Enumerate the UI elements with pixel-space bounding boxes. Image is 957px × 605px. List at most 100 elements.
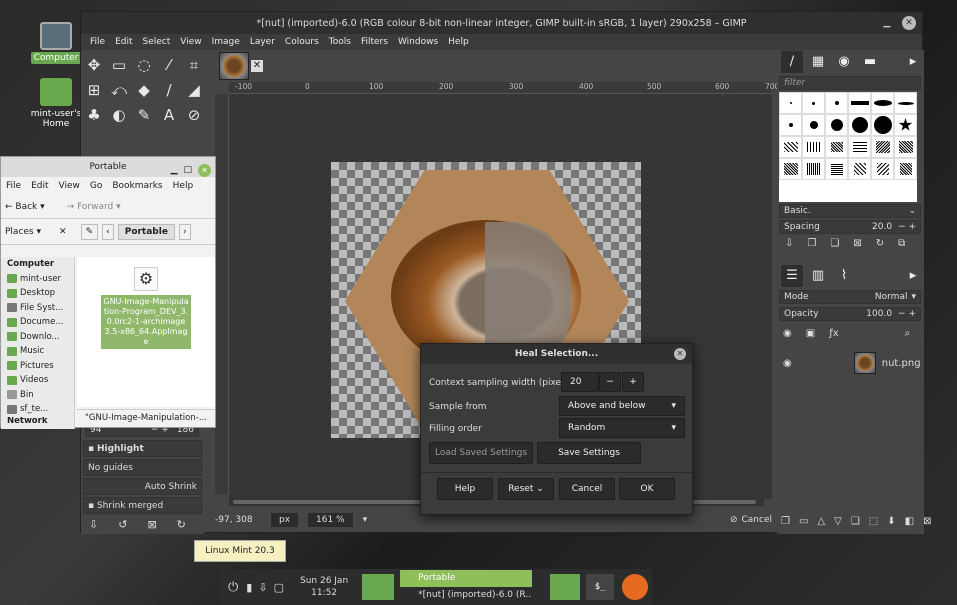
battery-icon[interactable]: ▮	[246, 581, 252, 594]
brush-cell[interactable]	[871, 158, 894, 180]
gimp-titlebar[interactable]: *[nut] (imported)-6.0 (RGB colour 8-bit …	[81, 12, 922, 34]
menu-image[interactable]: Image	[207, 37, 245, 47]
folder-icon[interactable]	[362, 574, 395, 600]
brush-cell[interactable]	[825, 114, 848, 136]
path-button-portable[interactable]: Portable	[117, 223, 175, 240]
menu-bookmarks[interactable]: Bookmarks	[107, 181, 167, 191]
lower-layer-icon[interactable]: ▽	[834, 516, 842, 527]
menu-edit[interactable]: Edit	[26, 181, 53, 191]
file-item-appimage[interactable]: GNU-Image-Manipulation-Program_DEV_3.0.0…	[101, 295, 191, 349]
brush-cell[interactable]	[779, 114, 802, 136]
transform-icon[interactable]: ⊞	[83, 79, 105, 101]
layer-mode-select[interactable]: Mode Normal ▾	[779, 290, 921, 304]
decrement-button[interactable]: −	[599, 372, 621, 392]
menu-file[interactable]: File	[1, 181, 26, 191]
bucket-icon[interactable]: ◆	[133, 79, 155, 101]
brush-cell[interactable]	[871, 114, 894, 136]
filling-order-select[interactable]: Random ▾	[559, 418, 685, 438]
sidebar-item-desktop[interactable]: Desktop	[1, 286, 74, 301]
notification-icon[interactable]: ▢	[274, 581, 284, 594]
refresh-brushes-icon[interactable]: ↻	[876, 238, 884, 249]
guides-select[interactable]: No guides	[83, 459, 202, 476]
forward-button[interactable]: → Forward ▾	[67, 202, 121, 212]
close-tab-icon[interactable]: ✕	[251, 60, 263, 72]
cancel-button[interactable]: Cancel	[559, 478, 615, 500]
brush-cell[interactable]	[825, 136, 848, 158]
firefox-icon[interactable]	[622, 574, 649, 600]
menu-tools[interactable]: Tools	[324, 37, 356, 47]
file-view[interactable]: ⚙ GNU-Image-Manipulation-Program_DEV_3.0…	[77, 257, 215, 407]
crop-icon[interactable]: ⌗	[183, 54, 205, 76]
layers-tab-icon[interactable]: ☰	[781, 265, 803, 287]
brush-cell[interactable]	[894, 158, 917, 180]
brush-cell[interactable]	[848, 158, 871, 180]
sidebar-item-mint-user[interactable]: mint-user	[1, 272, 74, 287]
brush-cell[interactable]	[871, 136, 894, 158]
cancel-status-button[interactable]: ⊘ Cancel	[730, 515, 772, 525]
brush-cell[interactable]	[802, 136, 825, 158]
minimize-icon[interactable]: ▁	[880, 16, 894, 30]
sidebar-item-bin[interactable]: Bin	[1, 388, 74, 403]
brush-cell[interactable]	[802, 92, 825, 114]
close-sidebar-icon[interactable]: ✕	[59, 227, 67, 237]
lock-icon[interactable]: ▣	[806, 328, 815, 339]
menu-file[interactable]: File	[85, 37, 110, 47]
merge-layer-icon[interactable]: ⬚	[869, 516, 878, 527]
task-portable[interactable]: Portable	[400, 570, 533, 587]
terminal-icon[interactable]: $_	[586, 574, 615, 600]
ok-button[interactable]: OK	[619, 478, 675, 500]
dock-menu-icon[interactable]: ▸	[902, 51, 924, 73]
brush-cell[interactable]	[848, 136, 871, 158]
warp-icon[interactable]: ⤺	[108, 79, 130, 101]
menu-help[interactable]: Help	[443, 37, 474, 47]
new-group-icon[interactable]: ▭	[799, 516, 808, 527]
save-preset-icon[interactable]: ⇩	[89, 518, 98, 531]
highlight-checkbox[interactable]: ▪ Highlight	[83, 440, 202, 457]
mask-icon[interactable]: ◧	[905, 516, 914, 527]
edit-path-icon[interactable]: ✎	[80, 223, 99, 240]
edit-brush-icon[interactable]: ⇩	[785, 238, 793, 249]
sidebar-item-music[interactable]: Music	[1, 344, 74, 359]
duplicate-layer-icon[interactable]: ❏	[851, 516, 860, 527]
menu-colours[interactable]: Colours	[280, 37, 324, 47]
power-icon[interactable]: ⏻	[228, 580, 238, 595]
chevron-right-icon[interactable]: ›	[178, 223, 191, 240]
gradients-tab-icon[interactable]: ▬	[859, 51, 881, 73]
clone-icon[interactable]: ♣	[83, 104, 105, 126]
dock-menu-icon[interactable]: ▸	[902, 265, 924, 287]
task-gimp[interactable]: *[nut] (imported)-6.0 (R...	[400, 587, 532, 604]
minimize-icon[interactable]: ▁	[171, 160, 178, 180]
image-tab-thumbnail[interactable]	[219, 52, 249, 80]
shrink-merged-checkbox[interactable]: ▪ Shrink merged	[83, 497, 202, 514]
brush-cell[interactable]	[779, 92, 802, 114]
layer-row[interactable]: ◉ nut.png	[779, 350, 921, 376]
fx-icon[interactable]: ƒx	[829, 328, 838, 339]
fonts-tab-icon[interactable]: ◉	[833, 51, 855, 73]
brush-cell[interactable]	[825, 92, 848, 114]
brush-cell[interactable]	[779, 158, 802, 180]
dialog-titlebar[interactable]: Heal Selection... ✕	[421, 344, 692, 364]
paintbrush-icon[interactable]: ∕	[158, 79, 180, 101]
text-tool-icon[interactable]: A	[158, 104, 180, 126]
delete-preset-icon[interactable]: ⊠	[147, 518, 156, 531]
open-brush-icon[interactable]: ⧉	[898, 238, 905, 249]
brush-cell[interactable]	[802, 158, 825, 180]
brush-cell[interactable]	[848, 114, 871, 136]
clock[interactable]: Sun 26 Jan 11:52	[300, 575, 348, 599]
menu-layer[interactable]: Layer	[245, 37, 280, 47]
brush-cell[interactable]	[825, 158, 848, 180]
brush-cell[interactable]	[894, 136, 917, 158]
raise-layer-icon[interactable]: △	[817, 516, 825, 527]
layer-visibility-icon[interactable]: ◉	[783, 358, 792, 369]
zoom-select[interactable]: 161 %	[308, 513, 353, 527]
fuzzy-select-icon[interactable]: ⁄	[158, 54, 180, 76]
sidebar-item-videos[interactable]: Videos	[1, 373, 74, 388]
unit-select[interactable]: px	[271, 513, 299, 527]
smudge-icon[interactable]: ◐	[108, 104, 130, 126]
back-button[interactable]: ← Back ▾	[5, 202, 45, 212]
close-icon[interactable]: ✕	[198, 163, 211, 177]
chevron-down-icon[interactable]: ▾	[363, 515, 368, 525]
sidebar-item-documents[interactable]: Docume...	[1, 315, 74, 330]
increment-button[interactable]: +	[622, 372, 644, 392]
file-manager-titlebar[interactable]: Portable ▁ □ ✕	[1, 157, 215, 177]
